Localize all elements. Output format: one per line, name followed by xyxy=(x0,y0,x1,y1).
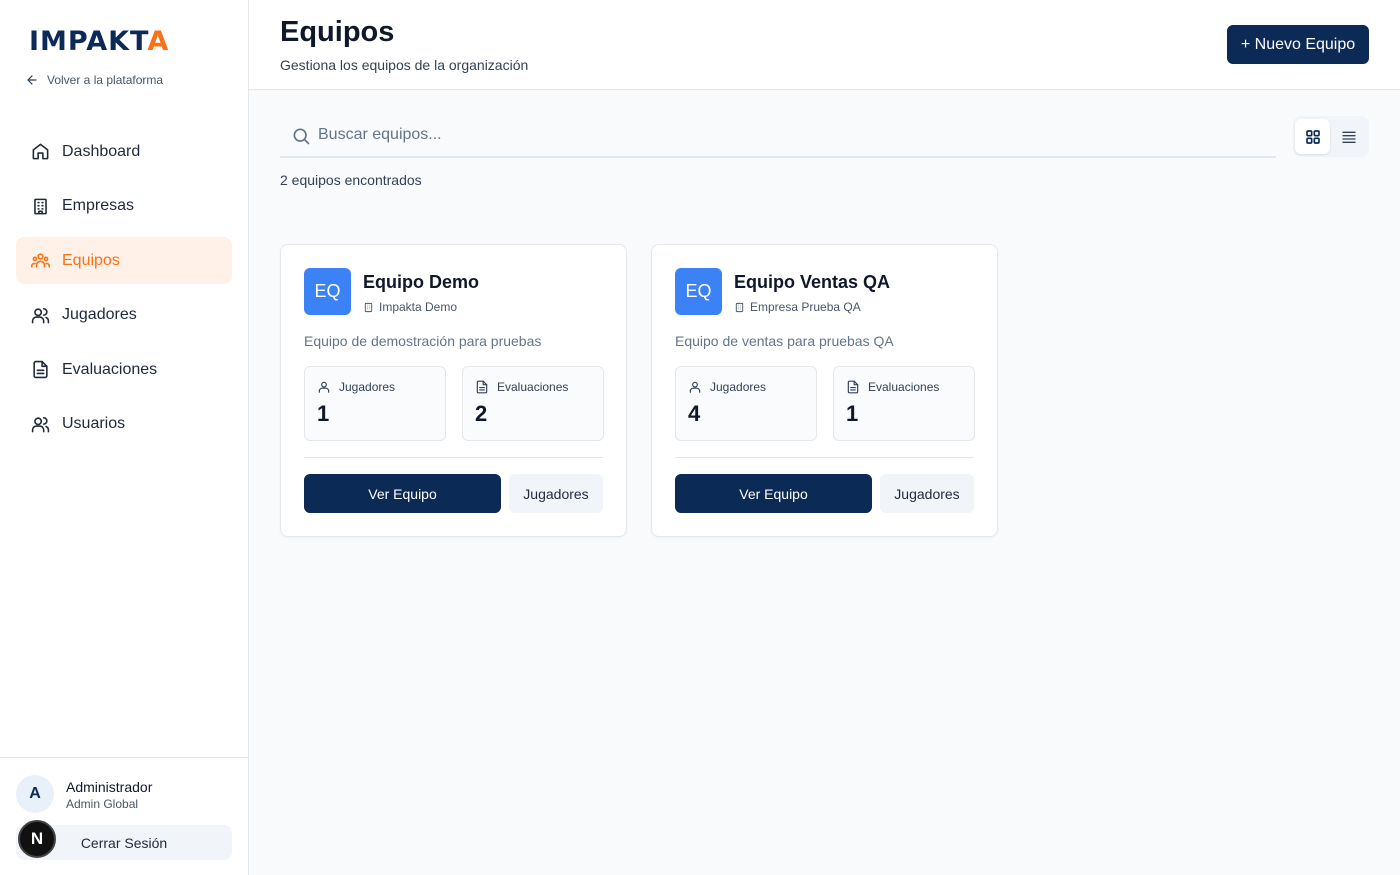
home-icon xyxy=(32,143,49,160)
search-icon xyxy=(293,128,310,145)
players-stat-label: Jugadores xyxy=(317,380,395,394)
user-role: Admin Global xyxy=(66,797,139,811)
building-icon xyxy=(735,302,744,312)
users-icon xyxy=(31,416,50,432)
divider xyxy=(304,457,603,458)
user-icon xyxy=(318,381,330,393)
team-badge: EQ xyxy=(304,268,351,315)
dev-tools-badge[interactable]: N xyxy=(18,820,56,858)
players-stat: Jugadores 1 xyxy=(304,366,446,441)
grid-icon xyxy=(1305,129,1320,144)
team-company-label: Impakta Demo xyxy=(379,300,458,314)
team-description: Equipo de demostración para pruebas xyxy=(304,333,542,349)
sidebar-item-label: Equipos xyxy=(62,251,120,269)
team-description: Equipo de ventas para pruebas QA xyxy=(675,333,894,349)
evaluations-stat-label: Evaluaciones xyxy=(475,380,568,394)
players-stat-label: Jugadores xyxy=(688,380,766,394)
sidebar: IMPAKTA Volver a la plataforma Dashboard… xyxy=(0,0,249,875)
page-subtitle: Gestiona los equipos de la organización xyxy=(280,57,529,73)
players-count: 1 xyxy=(317,401,330,426)
team-players-button[interactable]: Jugadores xyxy=(880,474,974,513)
app-logo[interactable]: IMPAKTA xyxy=(29,26,169,57)
sidebar-item-label: Evaluaciones xyxy=(62,360,158,378)
stat-label-text: Evaluaciones xyxy=(497,380,569,394)
team-badge: EQ xyxy=(675,268,722,315)
players-count: 4 xyxy=(688,401,701,426)
team-company: Empresa Prueba QA xyxy=(734,300,861,314)
back-to-platform-link[interactable]: Volver a la plataforma xyxy=(25,73,163,87)
team-company: Impakta Demo xyxy=(363,300,457,314)
sidebar-footer: A Administrador Admin Global Cerrar Sesi… xyxy=(0,757,248,875)
divider xyxy=(675,457,974,458)
results-count: 2 equipos encontrados xyxy=(280,172,422,188)
page-title: Equipos xyxy=(280,16,395,48)
list-view-button[interactable] xyxy=(1331,119,1366,154)
team-players-button[interactable]: Jugadores xyxy=(509,474,603,513)
view-team-button[interactable]: Ver Equipo xyxy=(675,474,872,513)
users-icon xyxy=(31,307,50,323)
sidebar-nav: Dashboard Empresas Equipos Jugadores Eva… xyxy=(16,128,232,455)
document-icon xyxy=(476,380,488,394)
team-name: Equipo Demo xyxy=(363,272,479,292)
sidebar-item-evaluaciones[interactable]: Evaluaciones xyxy=(16,346,232,393)
sidebar-item-label: Empresas xyxy=(62,197,135,214)
stat-label-text: Jugadores xyxy=(710,380,767,394)
sidebar-item-label: Usuarios xyxy=(62,415,126,432)
view-team-button[interactable]: Ver Equipo xyxy=(304,474,501,513)
new-team-button[interactable]: + Nuevo Equipo xyxy=(1227,25,1369,64)
stat-label-text: Evaluaciones xyxy=(868,380,940,394)
team-name: Equipo Ventas QA xyxy=(734,272,891,292)
stat-label-text: Jugadores xyxy=(339,380,396,394)
sidebar-item-dashboard[interactable]: Dashboard xyxy=(16,128,232,175)
sidebar-item-label: Dashboard xyxy=(62,142,141,160)
sidebar-item-empresas[interactable]: Empresas xyxy=(16,183,232,230)
sidebar-item-equipos[interactable]: Equipos xyxy=(16,237,232,284)
back-link-label: Volver a la plataforma xyxy=(47,73,164,87)
page-header: Equipos Gestiona los equipos de la organ… xyxy=(249,0,1400,90)
document-icon xyxy=(33,360,48,379)
evaluations-stat: Evaluaciones 1 xyxy=(833,366,975,441)
search-bar xyxy=(280,114,1276,158)
avatar: A xyxy=(16,775,54,813)
list-icon xyxy=(1341,131,1356,143)
grid-view-button[interactable] xyxy=(1295,119,1330,154)
building-icon xyxy=(34,198,47,214)
team-icon xyxy=(31,253,50,268)
players-stat: Jugadores 4 xyxy=(675,366,817,441)
building-icon xyxy=(364,302,373,312)
sidebar-item-jugadores[interactable]: Jugadores xyxy=(16,292,232,339)
view-toggle xyxy=(1293,116,1369,157)
team-card: EQ Equipo Demo Impakta Demo Equipo de de… xyxy=(280,244,627,537)
evaluations-count: 1 xyxy=(846,401,859,426)
evaluations-count: 2 xyxy=(475,401,488,426)
sidebar-item-usuarios[interactable]: Usuarios xyxy=(16,401,232,448)
search-input[interactable] xyxy=(318,122,1218,148)
evaluations-stat-label: Evaluaciones xyxy=(846,380,939,394)
sidebar-item-label: Jugadores xyxy=(62,306,137,323)
user-icon xyxy=(689,381,701,393)
user-name: Administrador xyxy=(66,779,153,795)
evaluations-stat: Evaluaciones 2 xyxy=(462,366,604,441)
team-company-label: Empresa Prueba QA xyxy=(750,300,861,314)
document-icon xyxy=(847,380,859,394)
arrow-left-icon xyxy=(27,75,37,85)
team-card: EQ Equipo Ventas QA Empresa Prueba QA Eq… xyxy=(651,244,998,537)
